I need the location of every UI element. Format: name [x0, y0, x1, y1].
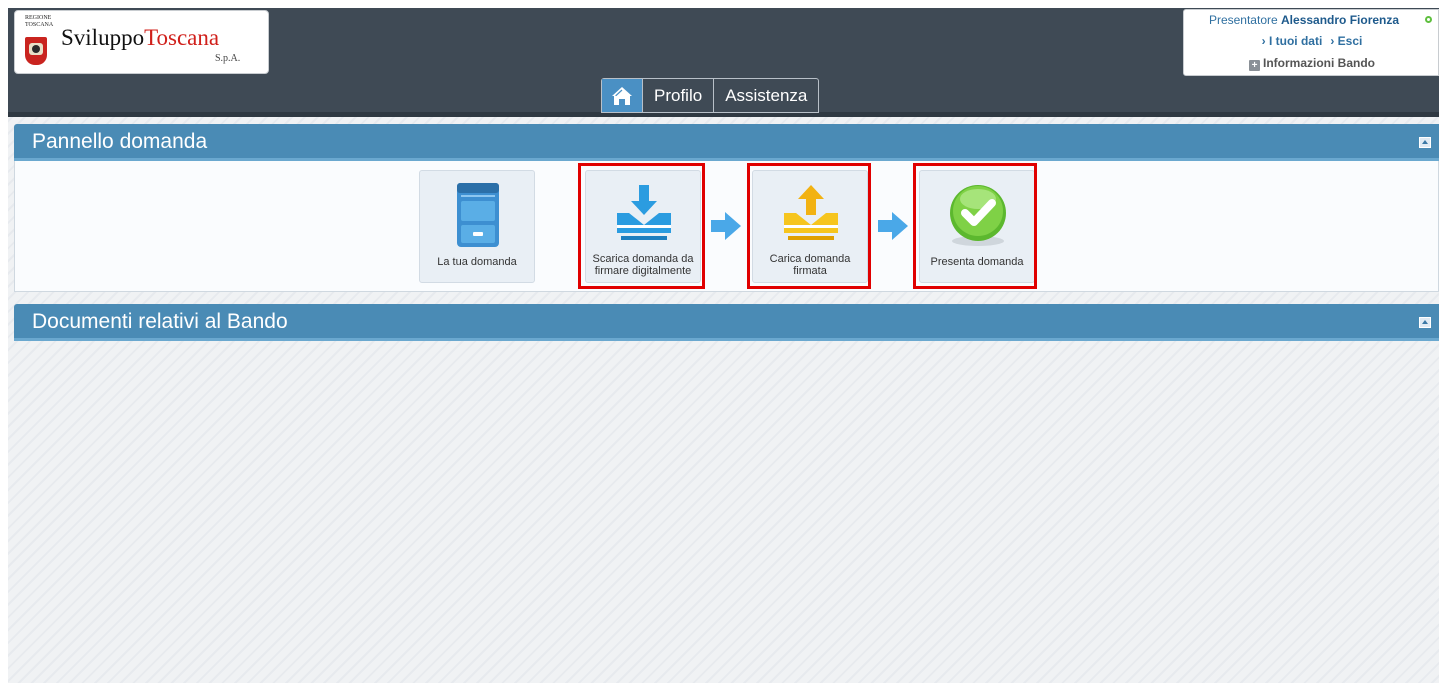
plus-icon: +: [1249, 60, 1260, 71]
file-cabinet-icon: [457, 183, 499, 247]
arrow-right-icon: [711, 212, 741, 240]
documents-panel-title: Documenti relativi al Bando: [32, 310, 288, 333]
user-role-label: Presentatore: [1208, 13, 1278, 27]
application-panel-title: Pannello domanda: [32, 130, 208, 153]
your-application-label: La tua domanda: [437, 256, 517, 268]
tab-assistenza[interactable]: Assistenza: [714, 79, 818, 112]
info-bando-link[interactable]: + Informazioni Bando: [1184, 56, 1439, 71]
collapse-icon[interactable]: [1419, 137, 1431, 148]
upload-highlight-frame: [747, 163, 871, 289]
sviluppo-toscana-logo[interactable]: REGIONE TOSCANA SviluppoToscana S.p.A.: [14, 10, 269, 74]
download-highlight-frame: [578, 163, 705, 289]
region-shield-icon: [25, 37, 47, 65]
home-tab[interactable]: [602, 79, 643, 112]
arrow-right-icon: [878, 212, 908, 240]
my-data-link[interactable]: › I tuoi dati: [1262, 34, 1323, 48]
user-name: Alessandro Fiorenza: [1281, 13, 1400, 27]
your-application-button[interactable]: La tua domanda: [419, 170, 535, 283]
logout-link[interactable]: › Esci: [1330, 34, 1362, 48]
submit-highlight-frame: [913, 163, 1037, 289]
main-nav: Profilo Assistenza: [601, 78, 820, 113]
collapse-icon[interactable]: [1419, 317, 1431, 328]
application-panel-header: Pannello domanda: [14, 124, 1439, 161]
user-links: › I tuoi dati › Esci: [1184, 34, 1439, 48]
logo-name: SviluppoToscana: [61, 25, 220, 50]
home-icon: [612, 86, 632, 105]
online-status-icon: [1425, 16, 1432, 23]
user-info-box: Presentatore Alessandro Fiorenza › I tuo…: [1183, 9, 1439, 76]
user-line: Presentatore Alessandro Fiorenza: [1184, 13, 1424, 27]
region-text: REGIONE TOSCANA: [25, 15, 54, 28]
tab-profilo[interactable]: Profilo: [643, 79, 715, 112]
documents-panel-header: Documenti relativi al Bando: [14, 304, 1439, 341]
info-bando-label: Informazioni Bando: [1263, 56, 1375, 70]
logo-suffix: S.p.A.: [215, 53, 241, 64]
